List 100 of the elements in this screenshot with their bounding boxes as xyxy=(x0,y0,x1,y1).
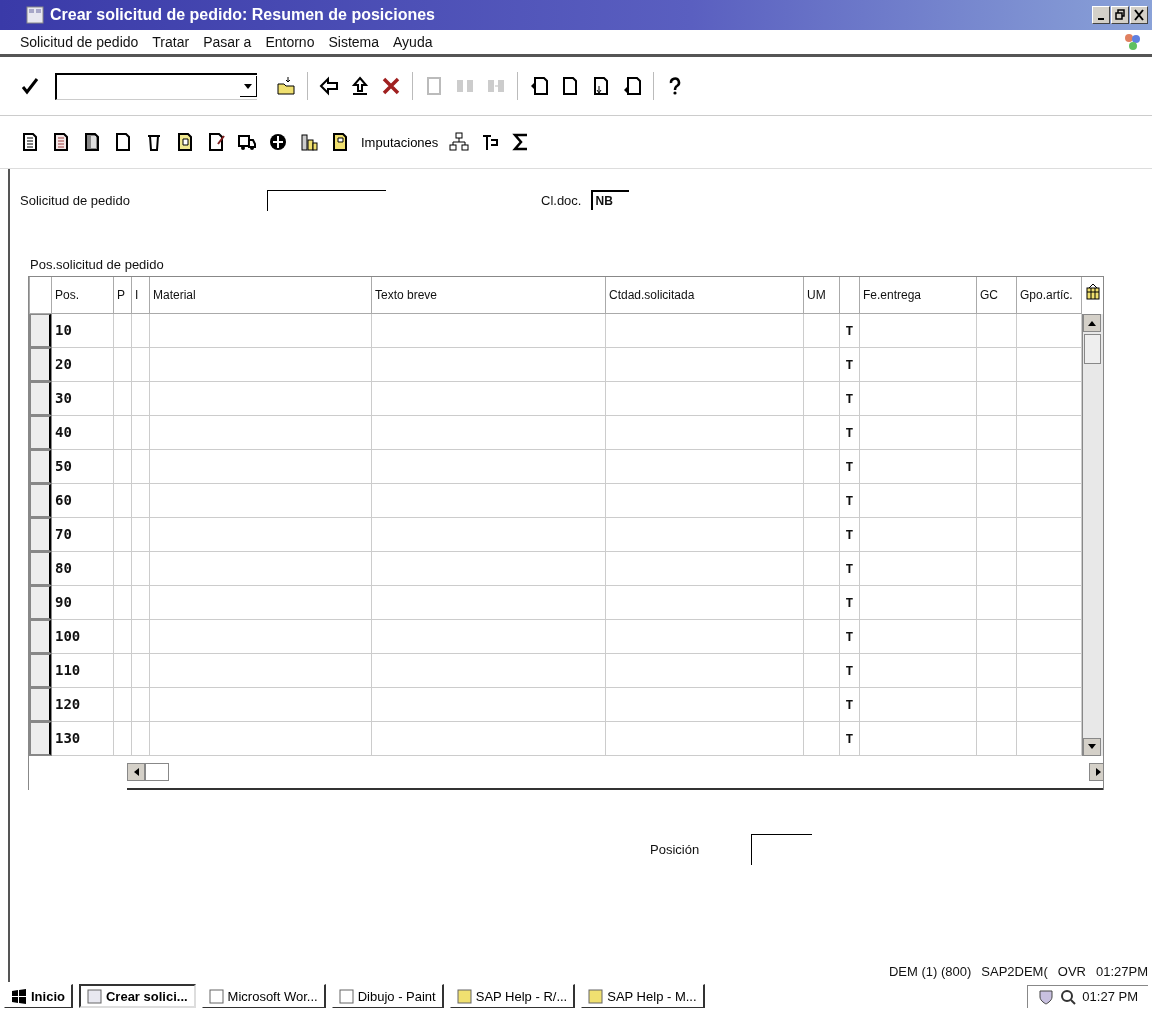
menu-item[interactable]: Tratar xyxy=(152,34,190,50)
table-cell: 70 xyxy=(55,526,72,542)
row-selector[interactable] xyxy=(30,722,51,754)
truck-icon[interactable] xyxy=(237,132,257,152)
row-selector[interactable] xyxy=(30,348,51,380)
clock-text: 01:27 PM xyxy=(1082,989,1138,1004)
hierarchy-icon[interactable] xyxy=(449,132,470,152)
close-icon[interactable] xyxy=(1134,9,1144,21)
checklist-icon[interactable] xyxy=(51,132,71,152)
row-selector[interactable] xyxy=(30,484,51,516)
enter-icon[interactable] xyxy=(20,76,40,96)
cancel-icon[interactable] xyxy=(381,76,401,96)
table-cell: T xyxy=(845,662,854,678)
column-header: Pos. xyxy=(55,287,79,302)
scroll-left-button[interactable] xyxy=(127,762,145,781)
column-header: Gpo.artíc. xyxy=(1020,287,1073,302)
column-header: P xyxy=(117,287,125,302)
next-page-icon[interactable] xyxy=(591,76,611,96)
input-field[interactable]: NB xyxy=(591,190,630,210)
app-icon xyxy=(26,6,44,24)
taskbar-button[interactable]: Microsoft Wor... xyxy=(201,984,326,1008)
status-text: OVR xyxy=(1057,963,1086,979)
details-icon[interactable] xyxy=(82,132,102,152)
column-header: Texto breve xyxy=(375,287,438,302)
table-cell: T xyxy=(845,560,854,576)
field-label: Posición xyxy=(650,841,700,857)
start-button[interactable]: Inicio xyxy=(4,984,73,1008)
taskbar-button[interactable]: SAP Help - M... xyxy=(581,984,705,1008)
previous-page-icon[interactable] xyxy=(560,76,580,96)
last-page-icon[interactable] xyxy=(622,76,642,96)
table-cell: 10 xyxy=(55,322,72,338)
row-selector[interactable] xyxy=(30,450,51,482)
column-header: Fe.entrega xyxy=(863,287,922,302)
menu-item[interactable]: Entorno xyxy=(265,34,315,50)
command-field[interactable] xyxy=(55,72,257,100)
shield-icon[interactable] xyxy=(1038,988,1055,1005)
row-selector[interactable] xyxy=(30,586,51,618)
table-cell: 80 xyxy=(55,560,72,576)
exit-icon[interactable] xyxy=(350,76,370,96)
magnifier-icon[interactable] xyxy=(1060,988,1077,1005)
chart-icon[interactable] xyxy=(299,132,319,152)
table-cell: T xyxy=(845,730,854,746)
menu-item[interactable]: Sistema xyxy=(328,34,379,50)
taskbar-button[interactable]: Dibujo - Paint xyxy=(331,984,444,1008)
back-icon[interactable] xyxy=(319,76,339,96)
column-header: UM xyxy=(807,287,826,302)
row-selector[interactable] xyxy=(30,552,51,584)
taskbar-button[interactable]: SAP Help - R/... xyxy=(449,984,576,1008)
account-assignment-icon[interactable] xyxy=(330,132,350,152)
scroll-right-button[interactable] xyxy=(1089,762,1103,781)
new-document-icon[interactable] xyxy=(113,132,133,152)
field-label: Cl.doc. xyxy=(541,192,582,208)
menu-item[interactable]: Solicitud de pedido xyxy=(20,34,139,50)
status-text: DEM (1) (800) xyxy=(888,963,972,979)
scroll-up-button[interactable] xyxy=(1083,314,1101,332)
taskbar-button[interactable]: Crear solici... xyxy=(78,984,196,1008)
table-cell: T xyxy=(845,526,854,542)
close-button[interactable] xyxy=(1130,6,1148,24)
table-cell: T xyxy=(845,594,854,610)
scroll-down-button[interactable] xyxy=(1083,737,1101,756)
column-header: I xyxy=(135,287,139,302)
table-cell: T xyxy=(845,492,854,508)
app-icon xyxy=(208,988,224,1004)
column-header: Ctdad.solicitada xyxy=(609,287,695,302)
first-page-icon[interactable] xyxy=(529,76,549,96)
table-cell: T xyxy=(845,458,854,474)
table-cell: 50 xyxy=(55,458,72,474)
edit-document-icon[interactable] xyxy=(206,132,226,152)
row-selector[interactable] xyxy=(30,688,51,720)
right-arrow-icon[interactable] xyxy=(1093,766,1103,777)
save-icon[interactable] xyxy=(276,76,296,96)
restore-icon[interactable] xyxy=(1115,9,1125,21)
copy-icon[interactable] xyxy=(175,132,195,152)
row-selector[interactable] xyxy=(30,416,51,448)
imputaciones-button[interactable]: Imputaciones xyxy=(361,134,439,150)
restore-button[interactable] xyxy=(1111,6,1129,24)
menu-item[interactable]: Pasar a xyxy=(203,34,252,50)
list-icon[interactable] xyxy=(20,132,40,152)
row-selector[interactable] xyxy=(30,654,51,686)
row-selector[interactable] xyxy=(30,382,51,414)
table-cell: T xyxy=(845,356,854,372)
status-text: 01:27PM xyxy=(1095,963,1148,979)
table-cell: T xyxy=(845,322,854,338)
menu-item[interactable]: Ayuda xyxy=(393,34,433,50)
minimize-button[interactable] xyxy=(1092,6,1110,24)
table-cell: T xyxy=(845,424,854,440)
table-cell: 90 xyxy=(55,594,72,610)
scroll-thumb[interactable] xyxy=(1084,334,1101,364)
scroll-thumb[interactable] xyxy=(145,762,169,781)
row-selector[interactable] xyxy=(30,620,51,652)
vertical-scrollbar[interactable] xyxy=(1082,314,1103,756)
row-selector[interactable] xyxy=(30,314,51,346)
table-cell: 130 xyxy=(55,730,81,746)
app-icon xyxy=(588,988,604,1004)
table-cell: 120 xyxy=(55,696,81,712)
down-arrow-icon[interactable] xyxy=(1087,742,1097,751)
table-cell: 110 xyxy=(55,662,81,678)
table-settings-icon[interactable] xyxy=(1085,283,1101,301)
row-selector[interactable] xyxy=(30,518,51,550)
table-cell: 30 xyxy=(55,390,72,406)
